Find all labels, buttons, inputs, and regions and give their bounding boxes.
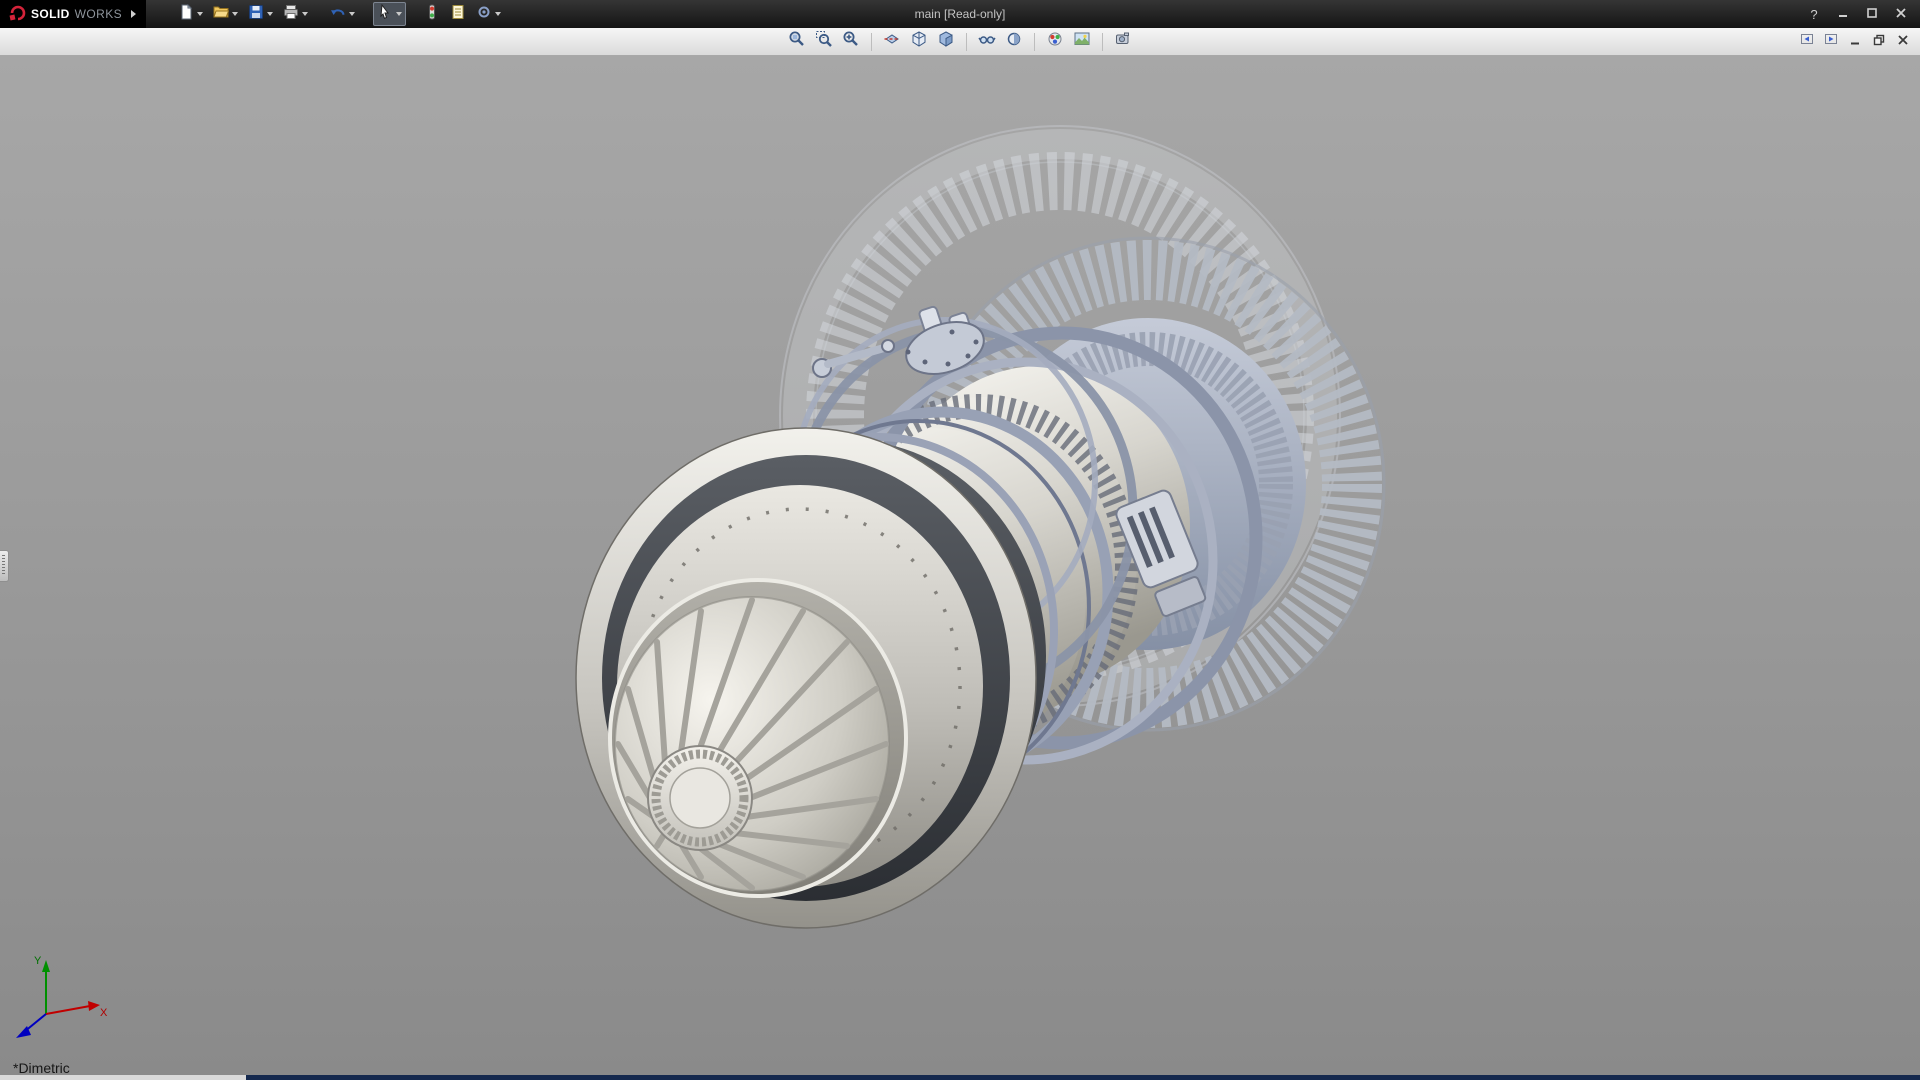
tile-left-button[interactable] (1796, 32, 1818, 52)
chevron-right-icon[interactable] (131, 10, 136, 18)
view-orientation-icon (910, 30, 928, 53)
panel-splitter-handle[interactable] (0, 550, 9, 582)
document-window-controls (1796, 28, 1914, 55)
document-minimize-button[interactable] (1844, 32, 1866, 52)
help-button[interactable]: ? (1801, 4, 1827, 24)
edit-appearance-button[interactable] (1043, 31, 1067, 53)
statusbar-sliver (0, 1075, 246, 1080)
apply-scene-button[interactable] (1070, 31, 1094, 53)
options-icon (476, 4, 492, 25)
select-icon (377, 4, 393, 25)
window-title: main [Read-only] (915, 0, 1006, 28)
section-view-icon (883, 30, 901, 53)
open-icon (213, 4, 229, 25)
document-close-button[interactable] (1892, 32, 1914, 52)
chevron-down-icon[interactable] (267, 12, 273, 16)
view-toolbar (0, 28, 1920, 56)
tile-right-button[interactable] (1820, 32, 1842, 52)
solidworks-logo-icon (8, 3, 26, 26)
save-button[interactable] (244, 2, 277, 26)
undo-icon (330, 4, 346, 25)
view-orientation-button[interactable] (907, 31, 931, 53)
print-button[interactable] (279, 2, 312, 26)
rebuild-icon (424, 4, 440, 25)
undo-button[interactable] (326, 2, 359, 26)
solidworks-logo[interactable]: SOLID WORKS (0, 0, 146, 28)
graphics-viewport[interactable]: Y X *Dimetric (0, 56, 1920, 1080)
options-button[interactable] (472, 2, 505, 26)
view-toolbar-group (785, 31, 1135, 53)
y-axis-label: Y (34, 955, 42, 967)
new-document-button[interactable] (174, 2, 207, 26)
toolbar-separator (1102, 33, 1103, 51)
minimize-icon (1837, 7, 1849, 22)
maximize-button[interactable] (1859, 4, 1885, 24)
zoom-in-out-button[interactable] (839, 31, 863, 53)
edit-appearance-icon (1046, 30, 1064, 53)
main-toolbar (174, 2, 505, 26)
zoom-to-fit-button[interactable] (785, 31, 809, 53)
select-button[interactable] (373, 2, 406, 26)
restore-icon (1873, 33, 1885, 51)
close-icon (1897, 33, 1909, 51)
file-properties-button[interactable] (446, 2, 470, 26)
toolbar-separator (1034, 33, 1035, 51)
chevron-down-icon[interactable] (232, 12, 238, 16)
zoom-to-fit-icon (788, 30, 806, 53)
chevron-down-icon[interactable] (495, 12, 501, 16)
y-axis-arrow (42, 960, 50, 972)
titlebar: SOLID WORKS (0, 0, 1920, 28)
rebuild-button[interactable] (420, 2, 444, 26)
brand-text-bold: SOLID (31, 7, 70, 21)
save-icon (248, 4, 264, 25)
exhaust-cone (610, 580, 906, 896)
chevron-down-icon[interactable] (302, 12, 308, 16)
toolbar-separator (966, 33, 967, 51)
camera-views-button[interactable] (1111, 31, 1135, 53)
coordinate-triad[interactable]: Y X (16, 955, 108, 1038)
maximize-icon (1866, 7, 1878, 22)
new-document-icon (178, 4, 194, 25)
chevron-down-icon[interactable] (197, 12, 203, 16)
close-icon (1895, 7, 1907, 22)
zoom-to-area-icon (815, 30, 833, 53)
chevron-down-icon[interactable] (396, 12, 402, 16)
minimize-icon (1849, 33, 1861, 51)
taskbar-sliver (246, 1075, 1920, 1080)
x-axis-arrow (88, 1001, 100, 1011)
toolbar-separator (871, 33, 872, 51)
zoom-to-area-button[interactable] (812, 31, 836, 53)
camera-views-icon (1114, 30, 1132, 53)
chevron-down-icon[interactable] (349, 12, 355, 16)
print-icon (283, 4, 299, 25)
brand-text-light: WORKS (75, 7, 122, 21)
minimize-button[interactable] (1830, 4, 1856, 24)
close-button[interactable] (1888, 4, 1914, 24)
file-properties-icon (450, 4, 466, 25)
section-view-button[interactable] (880, 31, 904, 53)
view-settings-button[interactable] (1002, 31, 1026, 53)
view-settings-icon (1005, 30, 1023, 53)
zoom-in-out-icon (842, 30, 860, 53)
view-orientation-label: *Dimetric (13, 1060, 70, 1076)
hide-show-items-button[interactable] (975, 31, 999, 53)
open-button[interactable] (209, 2, 242, 26)
window-controls: ? (1801, 4, 1920, 24)
apply-scene-icon (1073, 30, 1091, 53)
document-restore-button[interactable] (1868, 32, 1890, 52)
tile-right-icon (1824, 32, 1838, 51)
display-style-button[interactable] (934, 31, 958, 53)
display-style-icon (937, 30, 955, 53)
engine-model[interactable]: Y X (0, 56, 1920, 1080)
hide-show-items-icon (978, 30, 996, 53)
tile-left-icon (1800, 32, 1814, 51)
x-axis-label: X (100, 1007, 108, 1019)
